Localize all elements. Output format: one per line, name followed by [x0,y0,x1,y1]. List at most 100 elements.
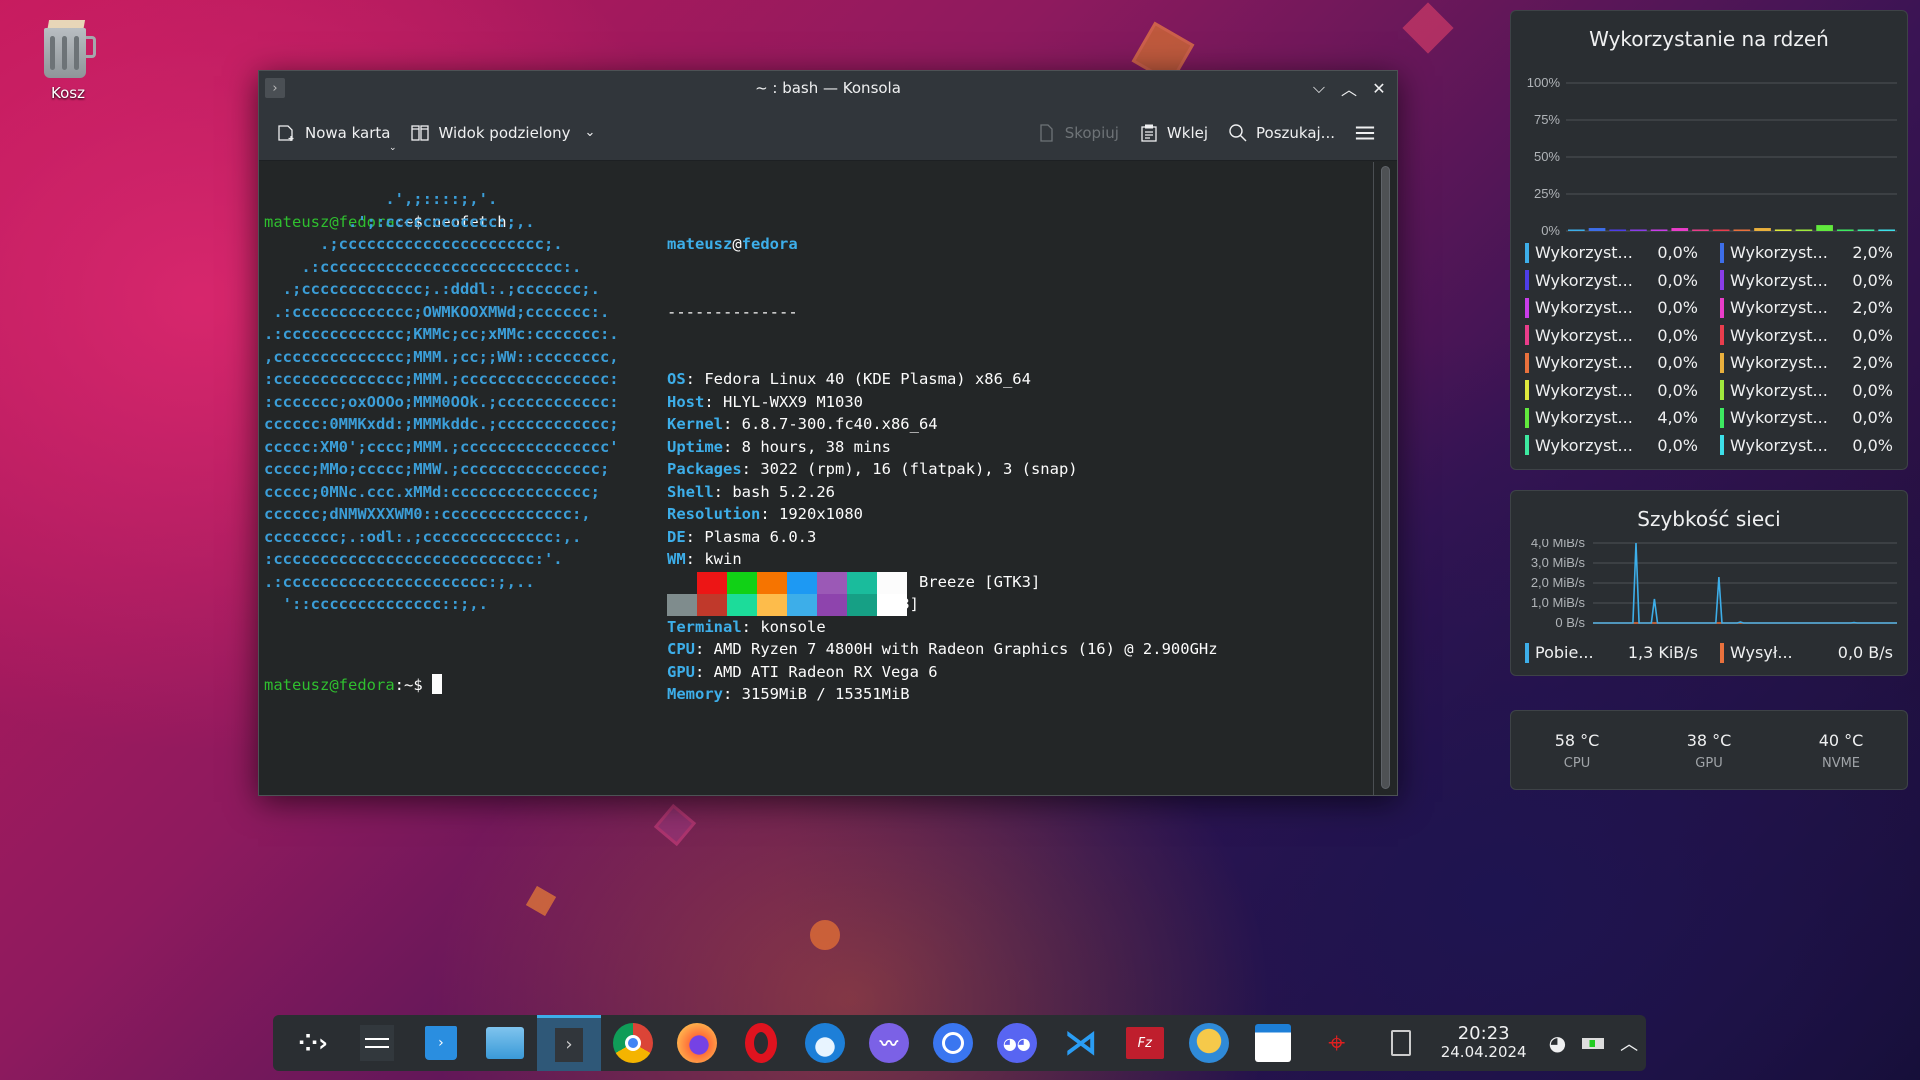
wallpaper-shape [653,803,697,847]
info-value: 3159MiB / 15351MiB [741,685,910,703]
ascii-line: ccccc;MMo;ccccc;MMW.;ccccccccccccccc; [264,460,610,478]
scrollbar-thumb[interactable] [1381,166,1390,789]
fedora-ascii-logo: .',;::::;,'. .';:cccccccccccc:;,. .;cccc… [264,188,619,616]
cpu-legend: Wykorzyst... 0,0% Wykorzyst... 2,0% Wykorzys… [1525,239,1893,459]
info-key: GPU [667,662,695,681]
window-titlebar[interactable]: › ~ : bash — Konsola ⌵ ︿ ✕ [259,71,1397,105]
cpu-core-bar [1795,229,1813,231]
maximize-icon[interactable]: ︿ [1337,76,1361,100]
legend-swatch [1525,297,1529,318]
cpu-core-bar [1878,229,1895,231]
taskbar-system-settings[interactable] [345,1015,409,1071]
minimize-icon[interactable]: ⌵ [1307,76,1331,100]
info-key: Shell [667,482,714,501]
app-launcher-button[interactable]: ⁘› [281,1015,345,1071]
info-key: WM [667,550,686,568]
taskbar-signal[interactable] [921,1015,985,1071]
ascii-line: ccccc:XM0';cccc;MMM.;cccccccccccccccc' [264,437,619,456]
taskbar-firefox[interactable] [665,1015,729,1071]
info-value: konsole [760,617,826,636]
notes-icon [1254,1024,1291,1062]
info-key: Kernel [667,415,723,433]
taskbar-weather[interactable] [1177,1015,1241,1071]
legend-swatch [1720,242,1724,263]
taskbar-discover[interactable]: › [409,1015,473,1071]
ascii-line: .';:cccccccccccc:;,. [264,212,535,231]
y-tick-label: 4,0 MiB/s [1531,539,1586,550]
y-tick-label: 3,0 MiB/s [1531,555,1586,570]
info-key: OS [667,370,686,388]
temperatures-widget: 58 °C CPU 38 °C GPU 40 °C NVME [1510,710,1908,790]
cpu-core-bar [1588,228,1606,231]
color-picker-icon: ⌖ [1328,1025,1346,1061]
battery-icon[interactable] [1582,1037,1605,1049]
show-desktop-button[interactable] [1369,1015,1433,1071]
taskbar-color-picker[interactable]: ⌖ [1305,1015,1369,1071]
text-cursor [432,674,442,694]
y-tick-label: 75% [1534,112,1560,127]
taskbar-opera[interactable] [729,1015,793,1071]
taskbar-dolphin[interactable] [473,1015,537,1071]
y-tick-label: 0% [1541,223,1560,238]
info-value: bash 5.2.26 [732,482,835,501]
taskbar-thunderbird[interactable] [793,1015,857,1071]
close-icon[interactable]: ✕ [1367,76,1391,100]
search-button[interactable]: Poszukaj... [1220,117,1343,149]
network-legend: Pobie... 1,3 KiB/s Wysył... 0,0 B/s [1525,639,1893,667]
taskbar-vscode[interactable]: ⋊ [1049,1015,1113,1071]
taskbar-chrome[interactable] [601,1015,665,1071]
hamburger-menu-icon [1355,123,1375,143]
wallpaper-shape [810,920,840,950]
desktop-icon-trash[interactable]: Kosz [30,18,106,102]
prompt-line[interactable]: mateusz@fedora:~$ [264,674,442,697]
temp-cpu: 58 °C CPU [1554,731,1600,771]
palette-swatch [757,594,787,616]
settings-icon [359,1025,394,1061]
cpu-core-bar [1774,229,1792,231]
taskbar-notes[interactable] [1241,1015,1305,1071]
konsole-app-icon[interactable]: › [265,78,285,98]
taskbar-station[interactable]: 〰 [857,1015,921,1071]
digital-clock[interactable]: 20:23 24.04.2024 [1440,1025,1527,1062]
taskbar-discord[interactable]: ◕◕ [985,1015,1049,1071]
chevron-down-icon[interactable]: ⌄ [585,125,596,140]
palette-swatch [787,594,817,616]
konsole-window: › ~ : bash — Konsola ⌵ ︿ ✕ Nowa karta ⌄ … [258,70,1398,796]
y-tick-label: 0 B/s [1555,615,1585,629]
taskbar-konsole[interactable]: › [536,1015,601,1071]
split-view-button[interactable]: Widok podzielony ⌄ [402,117,603,149]
taskbar-filezilla[interactable]: Fz [1113,1015,1177,1071]
ascii-line: .;cccccccccccccccccccccc;. [264,235,563,253]
ascii-line: '::cccccccccccccc::;,. [264,595,488,613]
paste-icon [1139,123,1159,143]
info-value: Fedora Linux 40 (KDE Plasma) x86_64 [704,370,1031,388]
new-tab-button[interactable]: Nowa karta ⌄ [269,117,398,153]
cpu-legend-item: Wykorzyst... 0,0% [1525,267,1698,295]
clock-date: 24.04.2024 [1440,1043,1527,1061]
legend-swatch [1525,435,1529,456]
copy-button[interactable]: Skopiuj [1029,117,1127,149]
terminal-scrollbar[interactable] [1373,162,1397,795]
tray-expand-chevron-icon[interactable]: ︿ [1620,1030,1638,1056]
legend-swatch [1525,352,1529,373]
ascii-line: :cccccccccccccc;MMM.;cccccccccccccccc: [264,370,619,388]
show-desktop-icon [1390,1030,1411,1056]
network-speed-chart: 4,0 MiB/s 3,0 MiB/s 2,0 MiB/s 1,0 MiB/s 0 B/… [1531,539,1897,629]
terminal-icon: › [554,1027,583,1062]
cpu-core-bar [1671,228,1689,231]
info-key: Resolution [667,505,761,523]
palette-swatch [727,572,757,594]
chevron-down-icon[interactable]: ⌄ [389,143,397,153]
hamburger-menu-button[interactable] [1347,117,1383,149]
ascii-line: .',;::::;,'. [264,190,498,208]
ascii-line: .:cccccccccccccccccccccc:;,.. [264,572,535,591]
y-tick-label: 100% [1527,75,1561,90]
kde-launcher-icon: ⁘› [297,1029,328,1057]
ascii-line: ccccc;0MNc.ccc.xMMd:ccccccccccccccc; [264,482,600,501]
cpu-legend-item: Wykorzyst... 0,0% [1720,267,1893,295]
terminal-output[interactable]: mateusz@fedora:~$ neofetch .',;::::;,'. … [259,162,1373,795]
trash-icon [40,18,96,78]
discord-tray-icon[interactable]: ◕ [1549,1031,1566,1055]
paste-button[interactable]: Wklej [1131,117,1216,149]
legend-swatch [1525,325,1529,346]
